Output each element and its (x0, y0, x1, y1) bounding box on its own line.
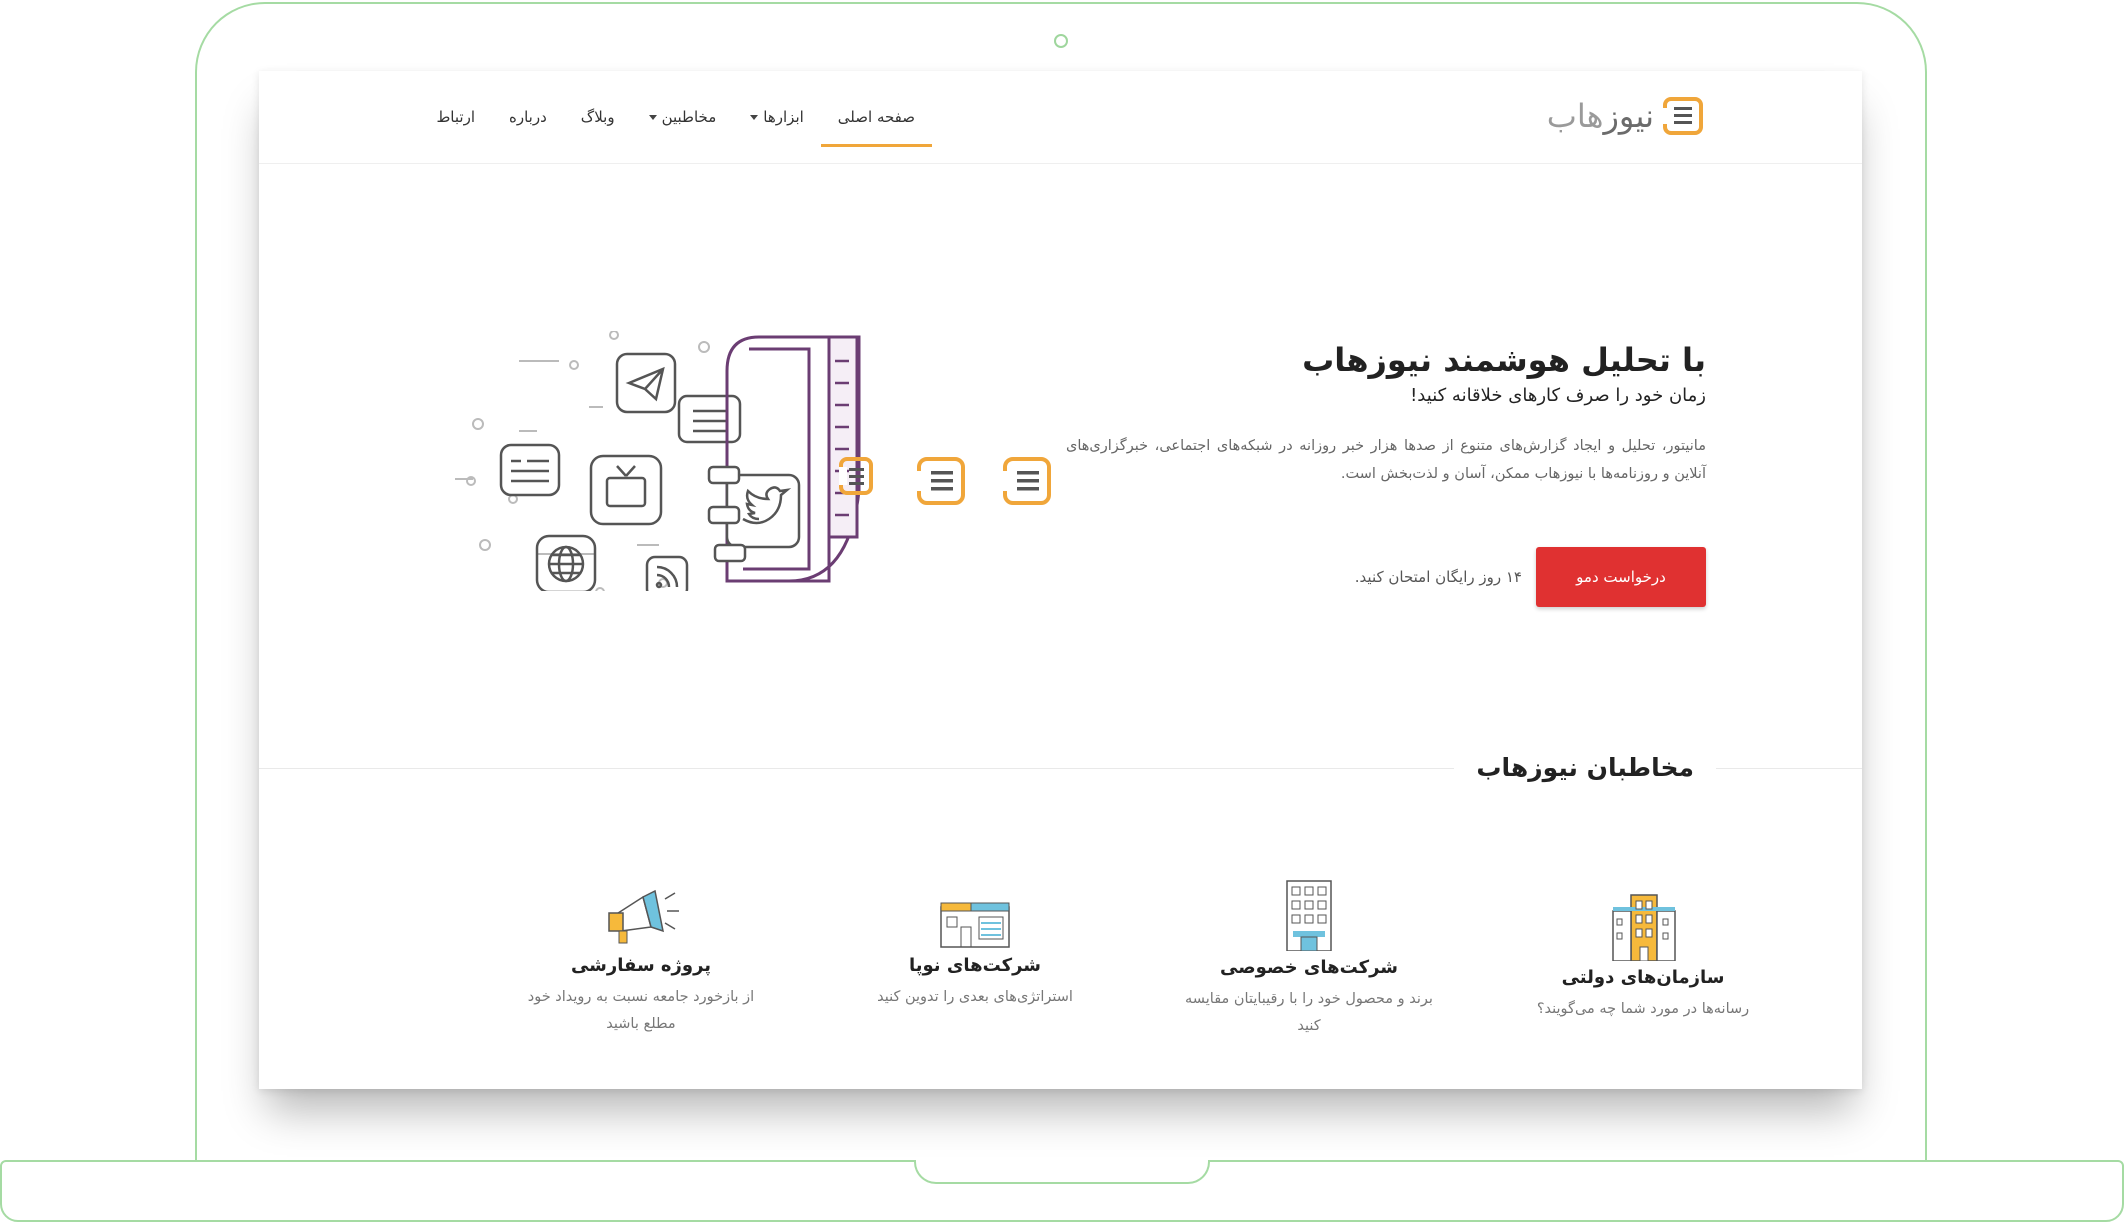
browser-screen: نیوزهاب صفحه اصلی ابزارها مخاطبین وبلاگ … (259, 71, 1862, 1089)
hero-description: مانیتور، تحلیل و ایجاد گزارش‌های متنوع ا… (1066, 438, 1706, 483)
globe-icon (535, 534, 597, 591)
audience-card-title: شرکت‌های نوپا (909, 955, 1041, 976)
government-building-icon (1612, 894, 1676, 961)
audience-card-desc: استراتژی‌های بعدی را تدوین کنید (877, 989, 1073, 1005)
newshub-logo-icon (1662, 97, 1703, 135)
hero-subtitle: زمان خود را صرف کارهای خلاقانه کنید! (1410, 385, 1706, 407)
nav-item-contact[interactable]: ارتباط (419, 71, 492, 163)
caret-down-icon (750, 115, 759, 120)
request-demo-button[interactable]: درخواست دمو (1536, 547, 1706, 607)
audience-card-title: سازمان‌های دولتی (1561, 967, 1725, 988)
megaphone-icon (608, 889, 679, 944)
hero-title: با تحلیل هوشمند نیوزهاب (1302, 341, 1706, 379)
audience-card-private[interactable]: شرکت‌های خصوصی برند و محصول خود را با رق… (1179, 879, 1439, 1040)
audience-section-title: مخاطبان نیوزهاب (1454, 748, 1716, 788)
audience-card-desc: از بازخورد جامعه نسبت به رویداد خود مطلع… (527, 989, 755, 1032)
trial-note: ۱۴ روز رایگان امتحان کنید. (1354, 568, 1522, 586)
audience-card-government[interactable]: سازمان‌های دولتی رسانه‌ها در مورد شما چه… (1513, 889, 1773, 1023)
hero-cta-row: درخواست دمو ۱۴ روز رایگان امتحان کنید. (1355, 547, 1706, 607)
caret-down-icon (648, 115, 657, 120)
camera-dot (1054, 34, 1068, 48)
nav-item-tools[interactable]: ابزارها (733, 71, 821, 163)
audience-card-custom[interactable]: پروژه سفارشی از بازخورد جامعه نسبت به رو… (511, 879, 771, 1038)
audience-card-desc: رسانه‌ها در مورد شما چه می‌گویند؟ (1536, 1001, 1750, 1017)
nav-item-home[interactable]: صفحه اصلی (820, 71, 933, 163)
laptop-base (0, 1160, 2124, 1222)
chat-icon (677, 394, 742, 444)
hero-illustration (455, 331, 1051, 591)
nav-item-audience[interactable]: مخاطبین (632, 71, 734, 163)
news-icon (499, 443, 561, 497)
tv-icon (589, 454, 663, 526)
audience-card-startups[interactable]: شرکت‌های نوپا استراتژی‌های بعدی را تدوین… (845, 889, 1105, 1011)
audience-card-title: شرکت‌های خصوصی (1219, 957, 1399, 978)
office-tower-icon (1286, 880, 1332, 951)
nav-item-blog[interactable]: وبلاگ (564, 71, 632, 163)
audience-card-title: پروژه سفارشی (570, 955, 712, 976)
site-logo[interactable]: نیوزهاب (1547, 91, 1706, 141)
startup-building-icon (940, 902, 1010, 948)
hero-text-block: با تحلیل هوشمند نیوزهاب زمان خود را صرف … (1066, 341, 1706, 488)
telegram-icon (615, 352, 677, 414)
nav-item-about[interactable]: درباره (492, 71, 564, 163)
logo-wordmark: نیوزهاب (1546, 97, 1654, 135)
main-nav: صفحه اصلی ابزارها مخاطبین وبلاگ درباره ا… (419, 71, 933, 163)
audience-card-desc: برند و محصول خود را با رقیبایتان مقایسه … (1185, 991, 1433, 1034)
output-logo-icons (839, 457, 1051, 505)
laptop-base-notch (914, 1160, 1210, 1184)
site-header: نیوزهاب صفحه اصلی ابزارها مخاطبین وبلاگ … (259, 71, 1862, 164)
